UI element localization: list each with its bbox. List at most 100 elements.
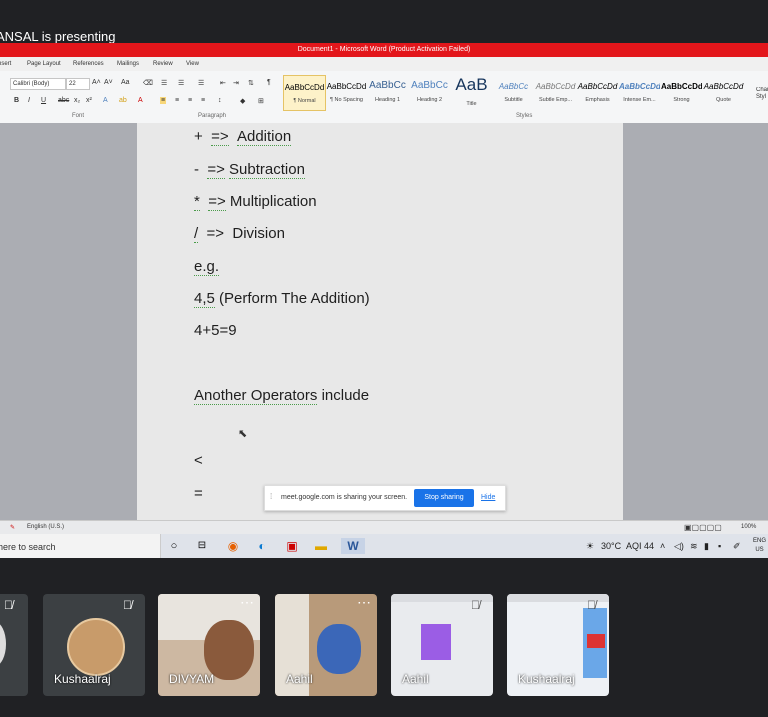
doc-line-addition: + => Addition	[194, 128, 292, 146]
weather-icon[interactable]: ☀	[586, 541, 594, 552]
style-quote[interactable]: AaBbCcDd Quote	[703, 75, 744, 109]
underline-icon[interactable]: U	[41, 97, 46, 104]
pen-icon[interactable]: ✐	[733, 541, 741, 552]
borders-icon[interactable]: ⊞	[258, 97, 264, 105]
muted-mic-icon: 🎙̸	[4, 598, 13, 612]
participant-tile[interactable]: ⋯ DIVYAM	[158, 594, 260, 696]
show-marks-icon[interactable]: ¶	[267, 79, 271, 86]
tab-mailings[interactable]: Mailings	[117, 61, 139, 67]
ribbon-tabs: nsert Page Layout References Mailings Re…	[0, 57, 768, 71]
style-subtitle[interactable]: AaBbCc Subtitle	[493, 75, 534, 109]
more-options-icon[interactable]: ⋯	[357, 595, 371, 609]
sort-icon[interactable]: ⇅	[248, 79, 254, 87]
shrink-font-icon[interactable]: A˅	[104, 79, 113, 86]
language-status[interactable]: English (U.S.)	[27, 524, 64, 530]
participant-tile-partial[interactable]: 🎙̸	[0, 594, 28, 696]
aqi-readout[interactable]: AQI 44	[626, 541, 654, 551]
temperature-readout[interactable]: 30°C	[601, 541, 621, 551]
hide-link[interactable]: Hide	[481, 494, 495, 501]
participant-tile[interactable]: ⋯ Aahil	[275, 594, 377, 696]
increase-indent-icon[interactable]: ⇥	[233, 79, 239, 87]
style-normal[interactable]: AaBbCcDd ¶ Normal	[283, 75, 326, 111]
tab-view[interactable]: View	[186, 61, 199, 67]
doc-line-division: / => Division	[194, 225, 285, 243]
document-page[interactable]: + => Addition - => Subtraction * => Mult…	[137, 123, 623, 520]
line-spacing-icon[interactable]: ↕	[218, 97, 222, 104]
camera-icon[interactable]: ▪	[718, 541, 721, 551]
document-area[interactable]: + => Addition - => Subtraction * => Mult…	[0, 123, 768, 520]
align-center-icon[interactable]: ≡	[175, 97, 179, 104]
numbering-icon[interactable]: ☰	[178, 79, 184, 87]
style-emphasis[interactable]: AaBbCcDd Emphasis	[577, 75, 618, 109]
drag-handle-icon[interactable]: ⁞	[270, 492, 272, 501]
highlight-icon[interactable]: ab	[119, 97, 127, 104]
bold-icon[interactable]: B	[14, 97, 19, 104]
style-intense-emphasis[interactable]: AaBbCcDd Intense Em...	[619, 75, 660, 109]
stop-sharing-button[interactable]: Stop sharing	[414, 489, 474, 507]
input-language-top: ENG	[753, 538, 767, 544]
widgets-icon[interactable]: ⊟	[194, 538, 210, 554]
multilevel-list-icon[interactable]: ☰	[198, 79, 204, 87]
doc-line-result: 4+5=9	[194, 322, 237, 339]
align-right-icon[interactable]: ≡	[188, 97, 192, 104]
doc-line-subtraction: - => Subtraction	[194, 161, 305, 179]
participant-tile[interactable]: 🎙̸ Kushaalraj	[507, 594, 609, 696]
style-title[interactable]: AaB Title	[451, 75, 492, 109]
style-no-spacing[interactable]: AaBbCcDd ¶ No Spacing	[326, 75, 367, 109]
more-options-icon[interactable]: ⋯	[240, 595, 254, 609]
microphone-icon[interactable]: ▮	[704, 541, 709, 552]
proofing-icon[interactable]: ✎	[10, 524, 15, 531]
shading-icon[interactable]: ◆	[240, 97, 245, 105]
tab-insert[interactable]: nsert	[0, 61, 11, 67]
justify-icon[interactable]: ≡	[201, 97, 205, 104]
taskbar-search[interactable]: here to search	[0, 534, 161, 558]
participant-name: Kushaalraj	[518, 672, 575, 686]
share-notice-text: meet.google.com is sharing your screen.	[281, 494, 408, 501]
font-name-select[interactable]: Calibri (Body)	[10, 78, 66, 90]
clear-format-icon[interactable]: ⌫	[143, 79, 153, 87]
input-language[interactable]: ENG US	[753, 537, 766, 555]
grow-font-icon[interactable]: A˄	[92, 79, 101, 86]
view-buttons-icon[interactable]: ▣▢▢▢▢	[684, 523, 722, 532]
word-taskbar-icon[interactable]: W	[341, 538, 365, 554]
taskbar-search-placeholder: here to search	[0, 542, 56, 552]
avatar	[0, 622, 6, 666]
style-strong[interactable]: AaBbCcDd Strong	[661, 75, 702, 109]
change-styles-button[interactable]: Char Styl	[756, 87, 768, 101]
style-heading-1[interactable]: AaBbCc Heading 1	[367, 75, 408, 109]
font-color-icon[interactable]: A	[138, 97, 143, 104]
superscript-icon[interactable]: x²	[86, 97, 92, 104]
firefox-icon[interactable]: ◉	[225, 538, 241, 554]
align-left-icon[interactable]: ≡	[160, 97, 167, 104]
font-size-select[interactable]: 22	[66, 78, 90, 90]
file-explorer-icon[interactable]: ▬	[313, 538, 329, 554]
tab-references[interactable]: References	[73, 61, 104, 67]
participant-name: Aahil	[402, 672, 429, 686]
app-with-badge-icon[interactable]: ▣	[284, 538, 300, 554]
muted-mic-icon: 🎙̸	[471, 598, 480, 612]
text-effects-icon[interactable]: A	[103, 97, 108, 104]
participant-tile[interactable]: 🎙̸ Kushaalraj	[43, 594, 145, 696]
participant-tile[interactable]: 🎙̸ Aahil	[391, 594, 493, 696]
decrease-indent-icon[interactable]: ⇤	[220, 79, 226, 87]
tab-review[interactable]: Review	[153, 61, 173, 67]
change-case-icon[interactable]: Aa	[121, 79, 130, 86]
bullets-icon[interactable]: ☰	[161, 79, 167, 87]
doc-line-another: Another Operators include	[194, 387, 370, 405]
participant-name: Kushaalraj	[54, 672, 111, 686]
doc-line-example: 4,5 (Perform The Addition)	[194, 290, 370, 308]
zoom-level[interactable]: 100%	[741, 524, 756, 530]
volume-icon[interactable]: ◁)	[674, 541, 684, 552]
tab-page-layout[interactable]: Page Layout	[27, 61, 61, 67]
participant-name: Aahil	[286, 672, 313, 686]
task-view-icon[interactable]: ○	[166, 538, 182, 554]
strikethrough-icon[interactable]: abc	[58, 97, 69, 104]
italic-icon[interactable]: I	[28, 97, 30, 104]
style-subtle-emphasis[interactable]: AaBbCcDd Subtle Emp...	[535, 75, 576, 109]
input-language-bottom: US	[755, 547, 764, 553]
style-heading-2[interactable]: AaBbCc Heading 2	[409, 75, 450, 109]
show-hidden-icons-icon[interactable]: ˄	[660, 541, 665, 551]
subscript-icon[interactable]: x₂	[74, 97, 80, 104]
network-icon[interactable]: ≋	[690, 541, 698, 552]
edge-icon[interactable]: ◐	[254, 538, 270, 554]
